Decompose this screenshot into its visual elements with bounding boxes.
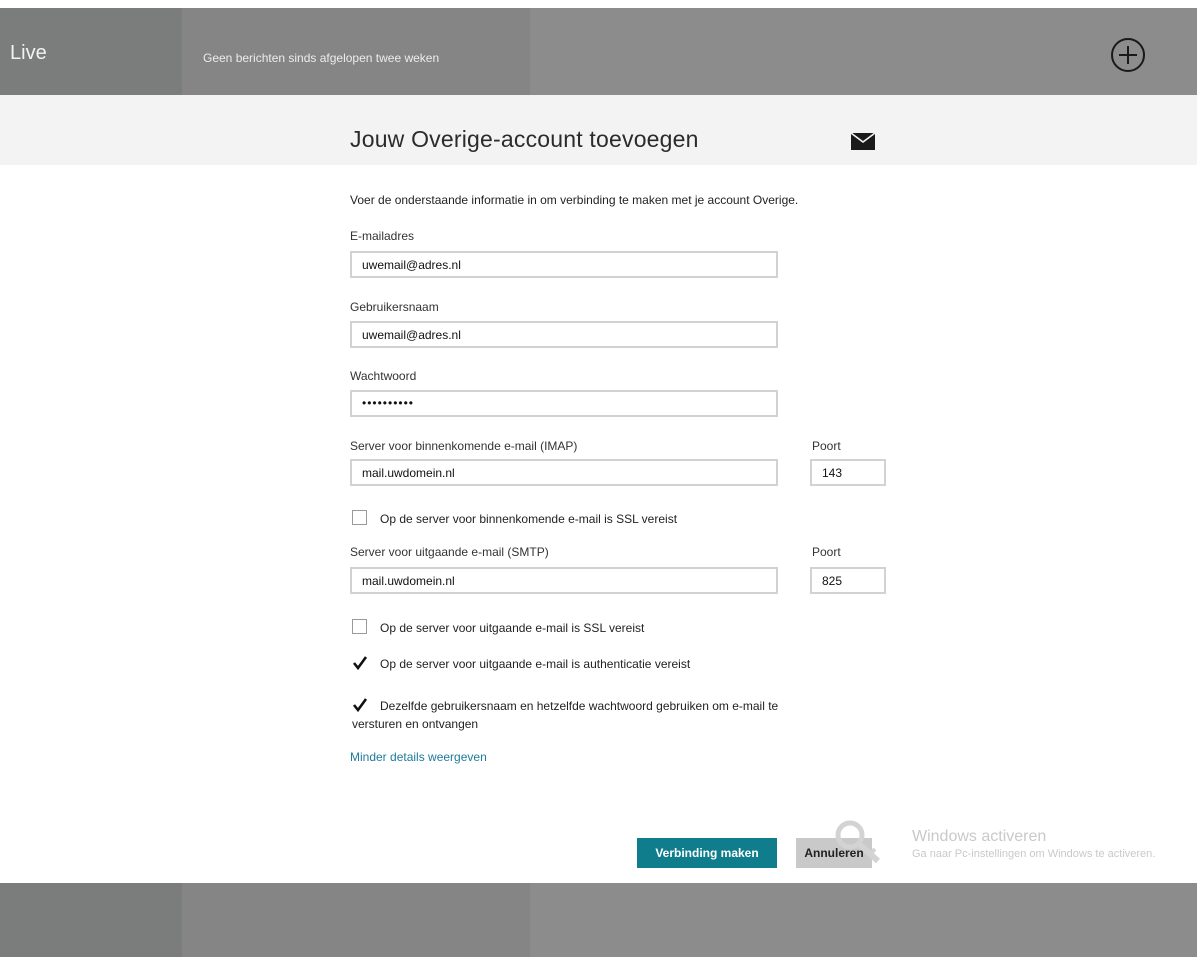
password-label: Wachtwoord [350, 369, 417, 383]
outgoing-server-field[interactable] [350, 567, 778, 594]
username-label: Gebruikersnaam [350, 300, 439, 314]
connect-button[interactable]: Verbinding maken [637, 838, 777, 868]
outgoing-port-field[interactable] [810, 567, 886, 594]
incoming-ssl-checkbox[interactable] [352, 510, 367, 525]
incoming-port-label: Poort [812, 439, 841, 453]
add-account-dialog: Jouw Overige-account toevoegen Voer de o… [0, 95, 1197, 883]
dialog-title: Jouw Overige-account toevoegen [350, 126, 699, 152]
password-field[interactable]: •••••••••• [350, 390, 778, 417]
empty-messages-text: Geen berichten sinds afgelopen twee weke… [203, 51, 440, 65]
incoming-ssl-label: Op de server voor binnenkomende e-mail i… [380, 512, 678, 526]
plus-circle-icon[interactable] [1110, 37, 1146, 73]
activation-watermark: Windows activeren Ga naar Pc-instellinge… [912, 828, 1172, 862]
outgoing-port-label: Poort [812, 545, 841, 559]
incoming-port-field[interactable] [810, 459, 886, 486]
incoming-server-field[interactable] [350, 459, 778, 486]
outgoing-auth-checkbox[interactable] [352, 655, 368, 671]
outgoing-ssl-checkbox[interactable] [352, 619, 367, 634]
outgoing-ssl-label: Op de server voor uitgaande e-mail is SS… [380, 621, 645, 635]
email-field[interactable] [350, 251, 778, 278]
same-credentials-label: Dezelfde gebruikersnaam en hetzelfde wac… [352, 697, 900, 733]
same-credentials-line2: versturen en ontvangen [352, 717, 479, 731]
top-strip [0, 0, 1197, 8]
less-details-link[interactable]: Minder details weergeven [350, 750, 487, 764]
same-credentials-line1: Dezelfde gebruikersnaam en hetzelfde wac… [380, 699, 779, 713]
email-label: E-mailadres [350, 229, 415, 243]
outgoing-auth-label: Op de server voor uitgaande e-mail is au… [380, 657, 691, 671]
watermark-title: Windows activeren [912, 828, 1047, 845]
checkmark-icon [352, 656, 368, 671]
same-credentials-checkbox[interactable] [352, 697, 368, 713]
outgoing-server-label: Server voor uitgaande e-mail (SMTP) [350, 545, 549, 559]
envelope-icon [850, 132, 876, 150]
username-field[interactable] [350, 321, 778, 348]
intro-text: Voer de onderstaande informatie in om ve… [350, 193, 799, 207]
key-icon [834, 819, 884, 865]
account-title[interactable]: Live [10, 42, 47, 65]
watermark-text: Ga naar Pc-instellingen om Windows te ac… [912, 848, 1156, 860]
incoming-server-label: Server voor binnenkomende e-mail (IMAP) [350, 439, 578, 453]
checkmark-icon [352, 698, 368, 713]
